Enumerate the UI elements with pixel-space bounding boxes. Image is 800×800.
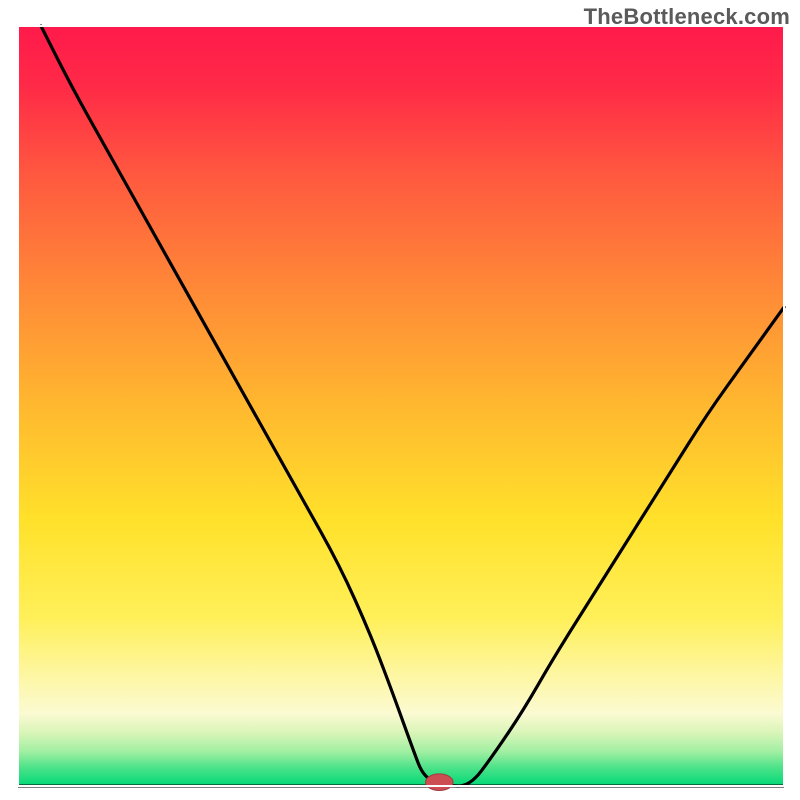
watermark-text: TheBottleneck.com	[584, 4, 790, 30]
bottleneck-chart: TheBottleneck.com	[0, 0, 800, 800]
plot-background	[18, 26, 784, 786]
optimal-marker	[426, 774, 454, 791]
chart-svg	[0, 0, 800, 800]
